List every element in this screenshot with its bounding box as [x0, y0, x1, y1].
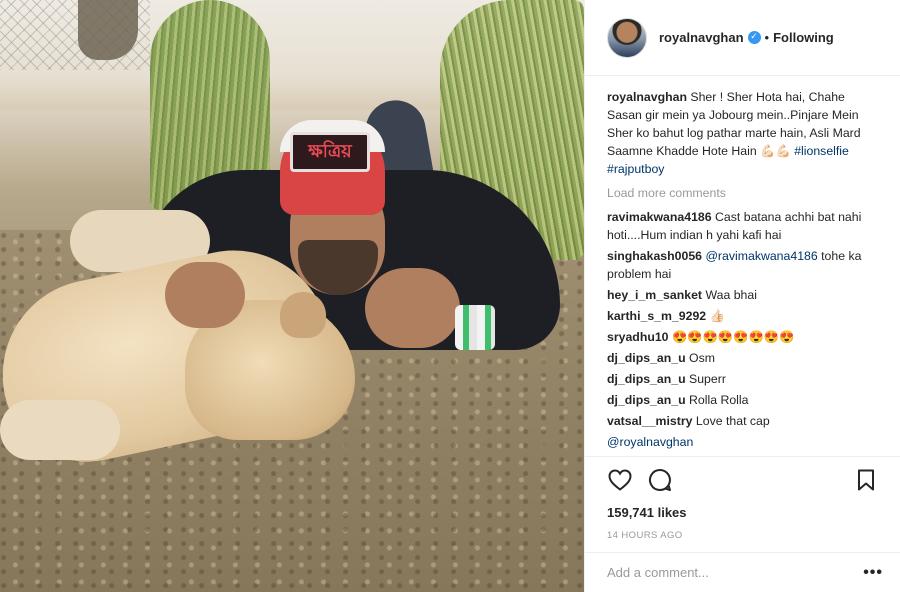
- comment-text: Love that cap: [695, 414, 770, 428]
- comment-username[interactable]: ravimakwana4186: [607, 210, 712, 224]
- speech-bubble-icon[interactable]: [647, 467, 673, 493]
- comment-row: karthi_s_m_9292 👍🏻: [607, 307, 883, 325]
- bookmark-icon[interactable]: [853, 467, 879, 493]
- comment-username[interactable]: dj_dips_an_u: [607, 393, 686, 407]
- comment-row: hey_i_m_sanket Waa bhai: [607, 286, 883, 304]
- comment-username[interactable]: sryadhu10: [607, 330, 669, 344]
- photo-hand-right: [365, 268, 460, 348]
- comment-row: dj_dips_an_u Osm: [607, 349, 883, 367]
- comment-text: Waa bhai: [705, 288, 757, 302]
- post-caption: royalnavghan Sher ! Sher Hota hai, Chahe…: [607, 88, 883, 178]
- add-comment-bar: •••: [585, 552, 900, 592]
- post-timestamp[interactable]: 14 HOURS AGO: [607, 530, 879, 541]
- comment-row: @royalnavghan: [607, 433, 883, 451]
- comment-text: Superr: [689, 372, 726, 386]
- post-side-panel: royalnavghan ✓ • Following royalnavghan …: [584, 0, 900, 592]
- post-actions: 159,741 likes 14 HOURS AGO: [585, 456, 900, 546]
- comment-mention[interactable]: @royalnavghan: [607, 435, 693, 449]
- post-header: royalnavghan ✓ • Following: [585, 0, 900, 76]
- add-comment-input[interactable]: [607, 565, 864, 580]
- comment-row: dj_dips_an_u Superr: [607, 370, 883, 388]
- caption-username[interactable]: royalnavghan: [607, 90, 687, 104]
- comment-text: 👍🏻: [709, 309, 725, 323]
- comment-text: Osm: [689, 351, 715, 365]
- comment-row: vatsal__mistry Love that cap: [607, 412, 883, 430]
- action-icons: [607, 465, 879, 495]
- header-separator: •: [764, 30, 770, 45]
- instagram-post: ক্ষত্রিয় royalnavghan ✓ • Following roy…: [0, 0, 900, 592]
- comment-username[interactable]: singhakash0056: [607, 249, 702, 263]
- photo-cap-patch: ক্ষত্রিয়: [290, 132, 370, 172]
- load-more-comments-link[interactable]: Load more comments: [607, 184, 883, 202]
- following-button[interactable]: Following: [773, 30, 834, 45]
- comment-text: 😍😍😍😍😍😍😍😍: [671, 330, 795, 344]
- comment-row: dj_dips_an_u Rolla Rolla: [607, 391, 883, 409]
- comment-row: singhakash0056 @ravimakwana4186 tohe ka …: [607, 247, 883, 283]
- more-options-icon[interactable]: •••: [863, 564, 883, 582]
- comment-username[interactable]: dj_dips_an_u: [607, 372, 686, 386]
- comment-username[interactable]: vatsal__mistry: [607, 414, 692, 428]
- header-username[interactable]: royalnavghan: [659, 30, 744, 45]
- comment-username[interactable]: hey_i_m_sanket: [607, 288, 702, 302]
- photo-hand-left: [165, 262, 245, 328]
- verified-badge-icon: ✓: [747, 31, 761, 44]
- comments-list[interactable]: royalnavghan Sher ! Sher Hota hai, Chahe…: [607, 88, 883, 454]
- comment-username[interactable]: dj_dips_an_u: [607, 351, 686, 365]
- comment-row: ravimakwana4186 Cast batana achhi bat na…: [607, 208, 883, 244]
- photo-wristbands: [455, 305, 495, 350]
- comment-row: sryadhu10 😍😍😍😍😍😍😍😍: [607, 328, 883, 346]
- comment-username[interactable]: karthi_s_m_9292: [607, 309, 706, 323]
- photo-lion-ear: [280, 292, 326, 338]
- likes-count[interactable]: 159,741 likes: [607, 505, 879, 520]
- heart-icon[interactable]: [607, 467, 633, 493]
- comment-mention[interactable]: @ravimakwana4186: [705, 249, 817, 263]
- avatar[interactable]: [607, 17, 647, 58]
- photo-lion-paw: [0, 400, 120, 460]
- photo-tree: [78, 0, 138, 60]
- post-photo[interactable]: ক্ষত্রিয়: [0, 0, 584, 592]
- comment-text: Rolla Rolla: [689, 393, 749, 407]
